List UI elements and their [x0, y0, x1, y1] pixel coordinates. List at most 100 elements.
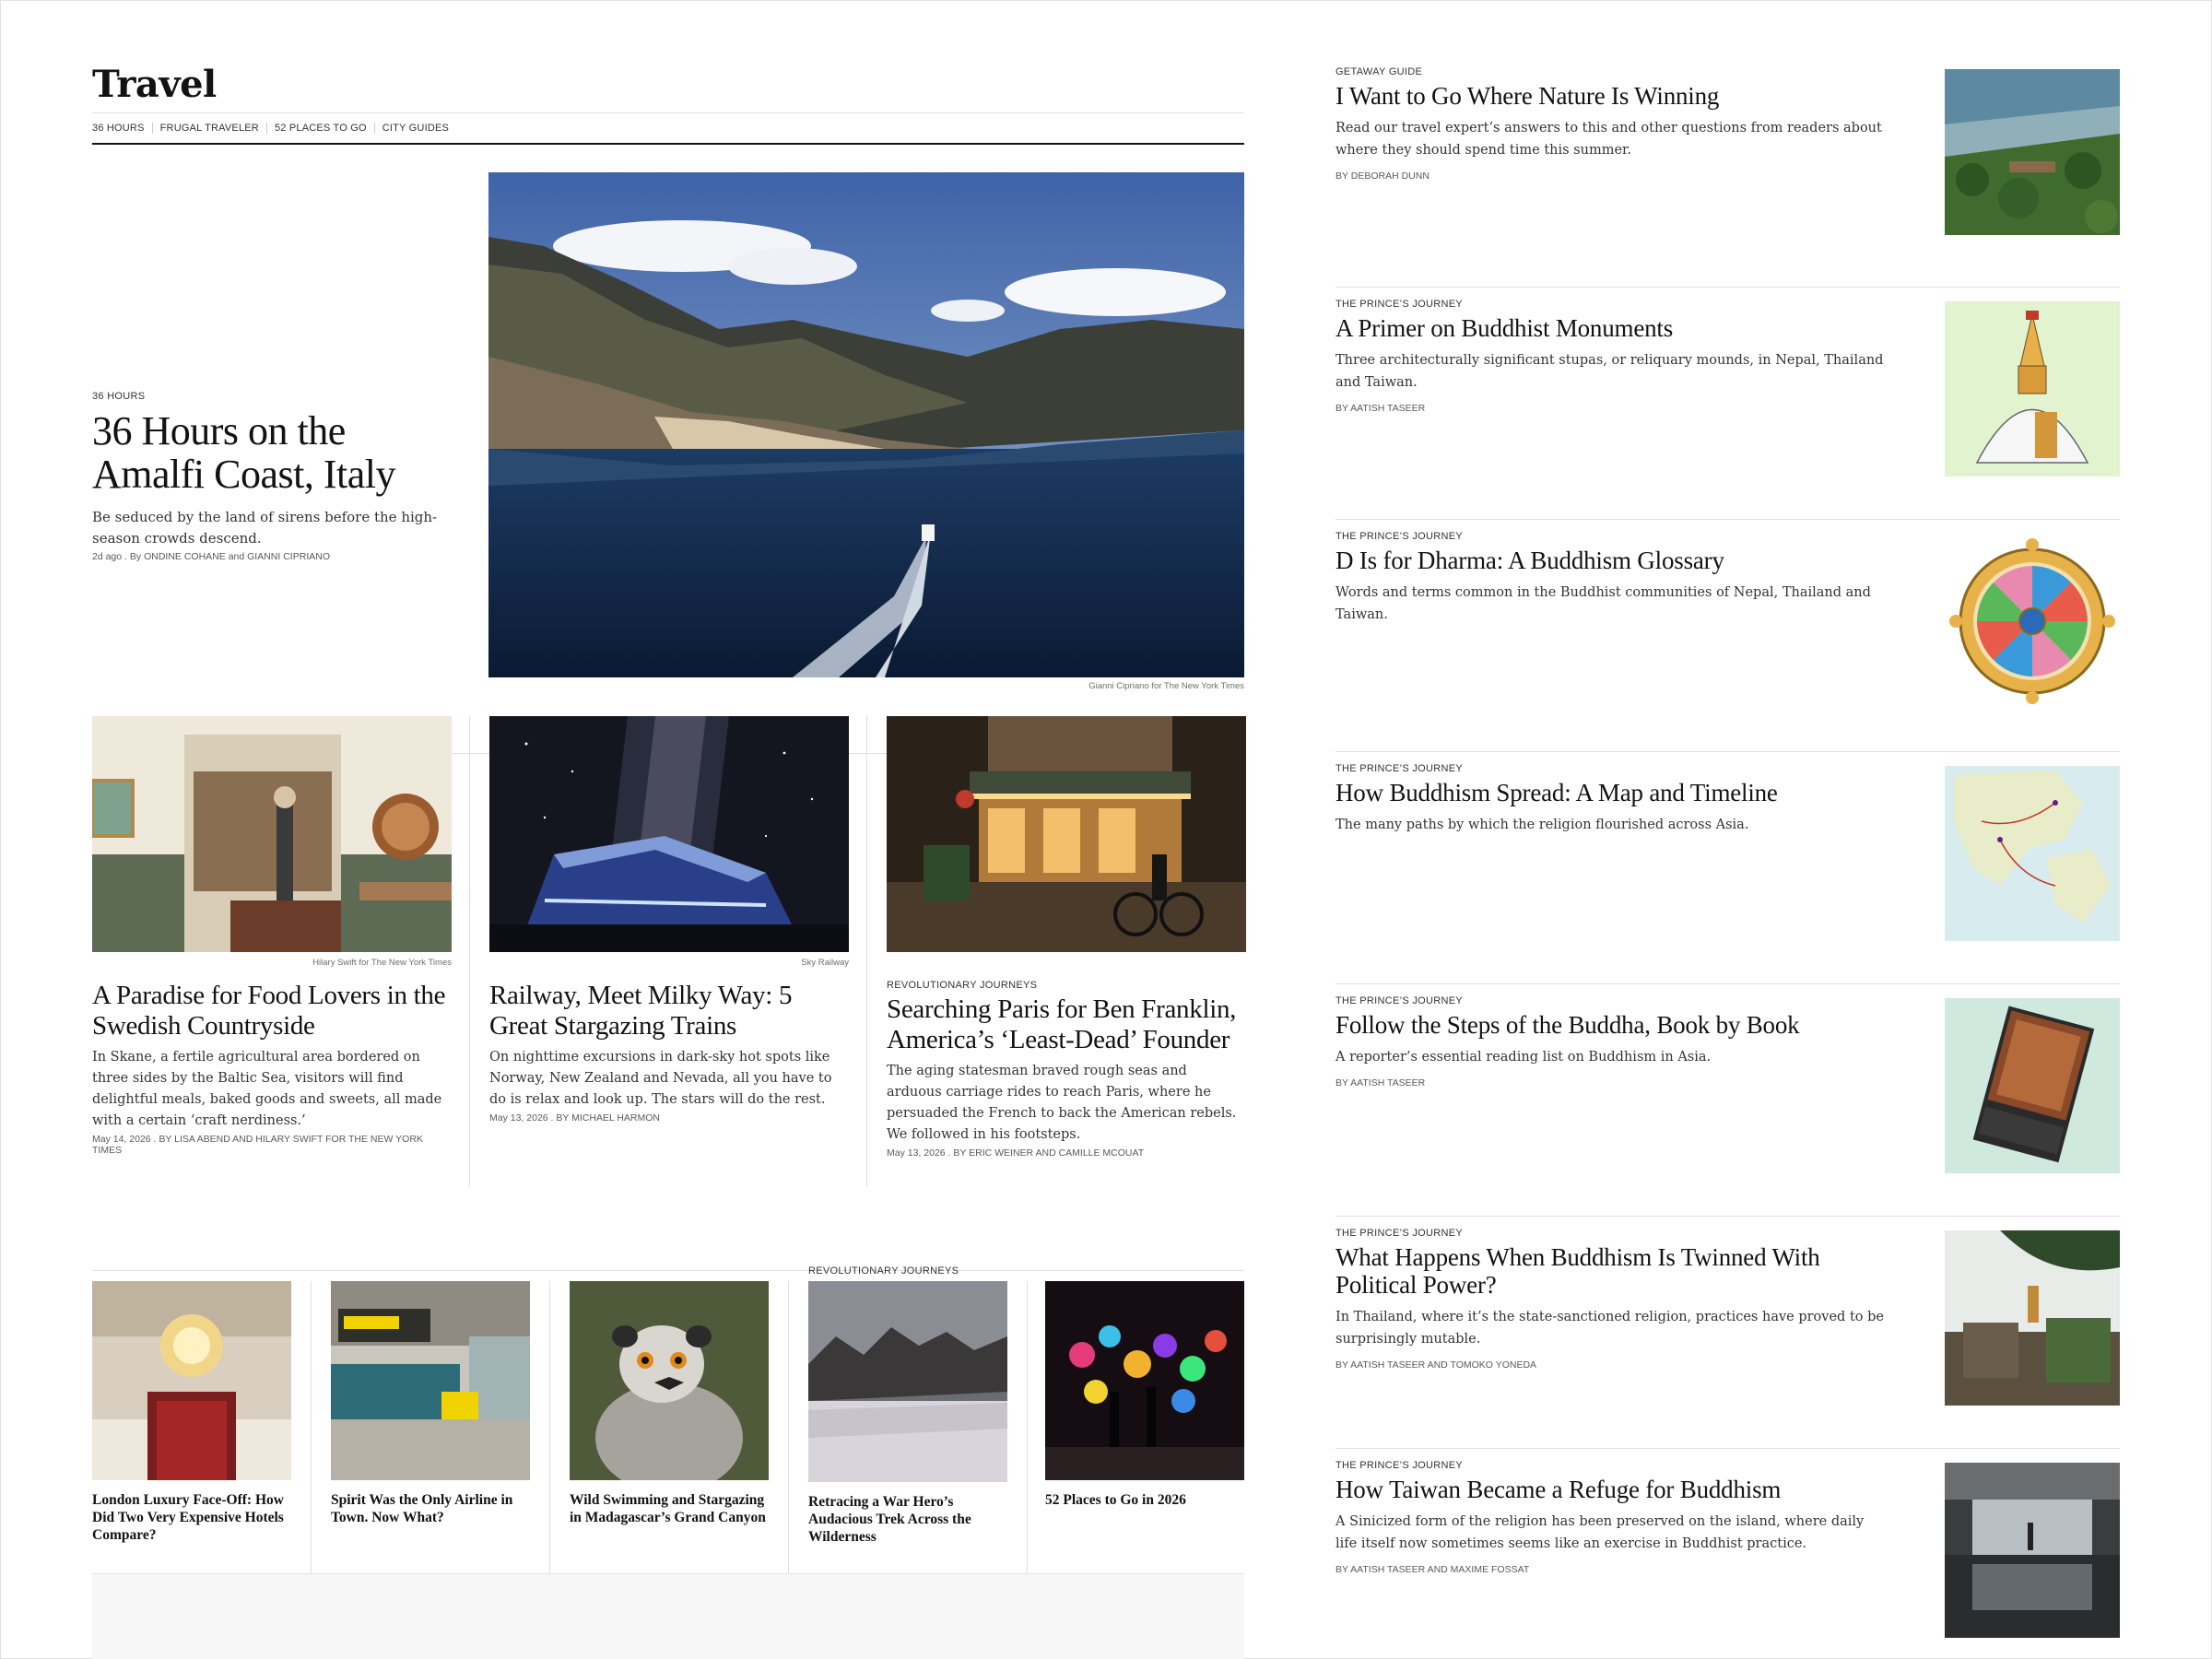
small-story-card[interactable]: London Luxury Face-Off: How Did Two Very…: [92, 1281, 291, 1544]
sidebar-story-kicker[interactable]: The Prince’s Journey: [1335, 995, 1888, 1006]
section-title[interactable]: Travel: [92, 55, 1244, 112]
sidebar-thumb-stupa[interactable]: [1945, 301, 2120, 477]
hero-date: 2d ago: [92, 551, 123, 562]
hero-headline[interactable]: 36 Hours on the Amalfi Coast, Italy: [92, 409, 442, 496]
column-divider: [469, 716, 470, 1186]
hero-kicker[interactable]: 36 Hours: [92, 391, 442, 402]
sidebar-story-kicker[interactable]: The Prince’s Journey: [1335, 763, 1888, 774]
small-story-image-lanterns[interactable]: [1045, 1281, 1244, 1480]
column-divider: [311, 1281, 312, 1576]
story-date: May 13, 2026: [489, 1112, 548, 1124]
small-story-headline[interactable]: 52 Places to Go in 2026: [1045, 1491, 1244, 1509]
sidebar-thumb-book[interactable]: [1945, 998, 2120, 1173]
sidebar-story-summary: Words and terms common in the Buddhist c…: [1335, 585, 1871, 622]
story-image-cafe[interactable]: [92, 716, 452, 952]
sidebar-story-headline[interactable]: Follow the Steps of the Buddha, Book by …: [1335, 1011, 1888, 1039]
sidebar-thumb-temple[interactable]: [1945, 1230, 2120, 1406]
sidebar-story-byline: By Deborah Dunn: [1335, 171, 1430, 182]
sidebar-story-kicker[interactable]: The Prince’s Journey: [1335, 1228, 1888, 1239]
subnav-city-guides[interactable]: City Guides: [373, 123, 456, 134]
story-image-paris-cafe[interactable]: [887, 716, 1246, 952]
story-byline: May 13, 2026 . By Michael Harmon: [489, 1112, 661, 1124]
sidebar-thumb-map[interactable]: [1945, 766, 2120, 941]
sidebar-thumb-refuge[interactable]: [1945, 1463, 2120, 1638]
sidebar-thumb-dharma-wheel[interactable]: [1945, 534, 2120, 709]
small-story-image-snow[interactable]: [808, 1281, 1007, 1482]
sidebar-story-summary: The many paths by which the religion flo…: [1335, 818, 1749, 832]
subnav-frugal-traveler[interactable]: Frugal Traveler: [151, 123, 266, 134]
small-story-card[interactable]: Spirit Was the Only Airline in Town. Now…: [331, 1281, 530, 1526]
story-byline: May 13, 2026 . By Eric Weiner and Camill…: [887, 1147, 1145, 1159]
small-story-card[interactable]: 52 Places to Go in 2026: [1045, 1281, 1244, 1509]
hero-byline: 2d ago . By Ondine Cohane and Gianni Cip…: [92, 551, 330, 562]
story-image-train[interactable]: [489, 716, 849, 952]
hero-author-2: Gianni Cipriano: [247, 551, 330, 562]
section-subnav: 36 Hours Frugal Traveler 52 Places to Go…: [92, 113, 1244, 143]
subnav-36-hours[interactable]: 36 Hours: [92, 123, 152, 134]
sidebar-story-byline: By Aatish Taseer and Maxime Fossat: [1335, 1564, 1530, 1575]
sidebar-story-byline: By Aatish Taseer and Tomoko Yoneda: [1335, 1359, 1537, 1371]
sidebar-story[interactable]: The Prince’s Journey How Taiwan Became a…: [1335, 1449, 2120, 1659]
story-card[interactable]: Sky Railway Railway, Meet Milky Way: 5 G…: [489, 716, 849, 1124]
hero-summary: Be seduced by the land of sirens before …: [92, 509, 438, 547]
story-card[interactable]: Hilary Swift for The New York Times A Pa…: [92, 716, 452, 1156]
sidebar-thumb-coast[interactable]: [1945, 69, 2120, 235]
subnav-52-places[interactable]: 52 Places to Go: [265, 123, 374, 134]
sidebar-story-summary: Three architecturally significant stupas…: [1335, 353, 1884, 390]
sidebar-story-byline: By Aatish Taseer: [1335, 1077, 1426, 1088]
story-headline[interactable]: Railway, Meet Milky Way: 5 Great Stargaz…: [489, 981, 849, 1041]
small-story-image-hotel[interactable]: [92, 1281, 291, 1480]
sidebar-story-text: The Prince’s Journey What Happens When B…: [1335, 1228, 1888, 1371]
sidebar-story-headline[interactable]: I Want to Go Where Nature Is Winning: [1335, 82, 1888, 110]
small-story-card[interactable]: Wild Swimming and Stargazing in Madagasc…: [570, 1281, 769, 1526]
column-divider: [866, 716, 867, 1186]
story-summary: On nighttime excursions in dark-sky hot …: [489, 1050, 832, 1107]
sidebar-story[interactable]: Getaway Guide I Want to Go Where Nature …: [1335, 55, 2120, 288]
small-story-headline[interactable]: Wild Swimming and Stargazing in Madagasc…: [570, 1491, 769, 1526]
sidebar-story-kicker[interactable]: The Prince’s Journey: [1335, 299, 1888, 310]
small-story-image-lemur[interactable]: [570, 1281, 769, 1480]
sidebar-story[interactable]: The Prince’s Journey What Happens When B…: [1335, 1217, 2120, 1449]
small-story-card[interactable]: Revolutionary Journeys Retracing a War H…: [808, 1265, 1007, 1546]
sidebar-story-headline[interactable]: D Is for Dharma: A Buddhism Glossary: [1335, 547, 1888, 574]
sidebar-story-summary: In Thailand, where it’s the state-sancti…: [1335, 1310, 1884, 1347]
sidebar-story-kicker[interactable]: The Prince’s Journey: [1335, 1460, 1888, 1471]
sidebar-story-headline[interactable]: How Buddhism Spread: A Map and Timeline: [1335, 779, 1888, 806]
story-card[interactable]: Revolutionary Journeys Searching Paris f…: [887, 716, 1246, 1159]
small-story-kicker[interactable]: Revolutionary Journeys: [808, 1265, 959, 1277]
sidebar-story-headline[interactable]: A Primer on Buddhist Monuments: [1335, 314, 1888, 342]
story-date: May 13, 2026: [887, 1147, 946, 1159]
story-byline: May 14, 2026 . By Lisa Abend and Hilary …: [92, 1134, 423, 1156]
hero-byline-and: and: [228, 551, 245, 562]
sidebar-story-headline[interactable]: How Taiwan Became a Refuge for Buddhism: [1335, 1476, 1888, 1503]
story-row-3: Hilary Swift for The New York Times A Pa…: [92, 716, 1246, 1195]
sidebar-story-byline: By Aatish Taseer: [1335, 403, 1426, 414]
small-story-headline[interactable]: London Luxury Face-Off: How Did Two Very…: [92, 1491, 291, 1544]
sidebar-story[interactable]: The Prince’s Journey How Buddhism Spread…: [1335, 752, 2120, 984]
sidebar-story[interactable]: The Prince’s Journey Follow the Steps of…: [1335, 984, 2120, 1217]
sidebar-story-text: The Prince’s Journey A Primer on Buddhis…: [1335, 299, 1888, 414]
subnav-rule: [92, 143, 1244, 145]
sidebar-story[interactable]: The Prince’s Journey D Is for Dharma: A …: [1335, 520, 2120, 752]
small-story-headline[interactable]: Spirit Was the Only Airline in Town. Now…: [331, 1491, 530, 1526]
small-story-image-airport[interactable]: [331, 1281, 530, 1480]
sidebar-story-summary: A reporter’s essential reading list on B…: [1335, 1050, 1712, 1065]
sidebar-story[interactable]: The Prince’s Journey A Primer on Buddhis…: [1335, 288, 2120, 520]
story-headline[interactable]: A Paradise for Food Lovers in the Swedis…: [92, 981, 452, 1041]
sidebar-story-kicker[interactable]: Getaway Guide: [1335, 66, 1888, 77]
hero-image[interactable]: [488, 172, 1244, 677]
story-headline[interactable]: Searching Paris for Ben Franklin, Americ…: [887, 994, 1246, 1055]
sidebar-story-summary: Read our travel expert’s answers to this…: [1335, 121, 1882, 158]
story-summary: The aging statesman braved rough seas an…: [887, 1064, 1237, 1142]
bottom-placeholder: [92, 1573, 1244, 1659]
hero-story[interactable]: 36 Hours 36 Hours on the Amalfi Coast, I…: [92, 172, 1244, 754]
story-kicker[interactable]: Revolutionary Journeys: [887, 980, 1246, 991]
story-image-credit: Hilary Swift for The New York Times: [312, 958, 452, 968]
small-story-headline[interactable]: Retracing a War Hero’s Audacious Trek Ac…: [808, 1493, 1007, 1546]
hero-byline-prefix: By: [129, 551, 142, 562]
sidebar-story-headline[interactable]: What Happens When Buddhism Is Twinned Wi…: [1335, 1243, 1888, 1299]
hero-image-credit: Gianni Cipriano for The New York Times: [1088, 681, 1244, 691]
hero-author-1: Ondine Cohane: [144, 551, 226, 562]
story-summary: In Skane, a fertile agricultural area bo…: [92, 1050, 442, 1128]
sidebar-story-kicker[interactable]: The Prince’s Journey: [1335, 531, 1888, 542]
